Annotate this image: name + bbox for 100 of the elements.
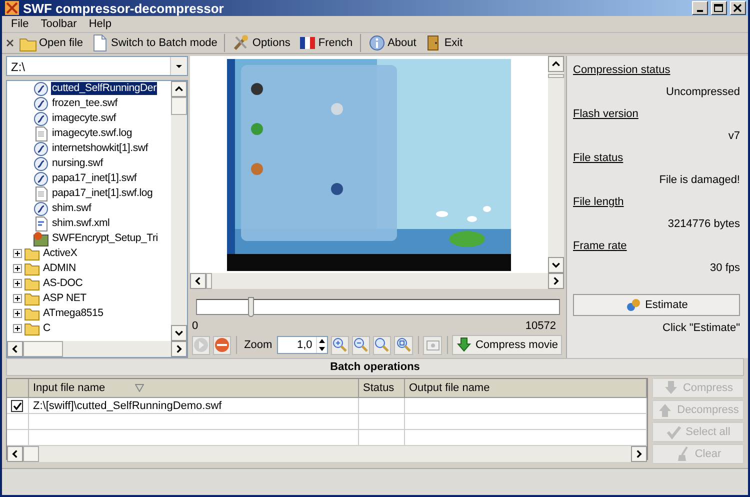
position-slider-thumb[interactable] xyxy=(248,297,254,318)
toolbar-button[interactable]: Open file xyxy=(16,34,86,52)
minimize-button[interactable] xyxy=(692,1,708,15)
spin-down-icon[interactable] xyxy=(319,347,326,352)
menu-item[interactable]: Help xyxy=(84,16,116,32)
tree-node[interactable]: frozen_tee.swf xyxy=(51,97,118,110)
tree-node[interactable]: papa17_inet[1].swf.log xyxy=(51,187,154,200)
chevron-down-icon xyxy=(551,260,561,270)
scroll-left-button[interactable] xyxy=(7,446,23,462)
table-cell: Z:\[swiff]\cutted_SelfRunningDemo.swf xyxy=(29,398,359,414)
flash-file-icon xyxy=(33,200,49,216)
expand-icon[interactable] xyxy=(13,264,22,273)
tree-node[interactable]: ActiveX xyxy=(42,247,78,260)
tree-node[interactable]: internetshowkit[1].swf xyxy=(51,142,149,155)
zoom-actual-icon xyxy=(396,337,412,354)
folder-icon xyxy=(24,246,40,262)
estimate-button[interactable]: Estimate xyxy=(573,294,740,316)
folder-icon xyxy=(24,290,40,306)
down-arrow-icon xyxy=(456,337,472,354)
toolbar-button[interactable]: About xyxy=(364,33,420,53)
scroll-thumb[interactable] xyxy=(548,74,564,78)
close-button[interactable] xyxy=(730,1,746,15)
expand-icon[interactable] xyxy=(13,294,22,303)
zoom-out-button[interactable] xyxy=(352,336,370,355)
vertical-scrollbar[interactable] xyxy=(548,56,564,274)
folder-icon xyxy=(24,320,40,336)
scroll-thumb[interactable] xyxy=(23,446,39,462)
tree-node[interactable]: imagecyte.swf.log xyxy=(51,127,134,140)
horizontal-scrollbar[interactable] xyxy=(190,273,564,290)
maximize-button[interactable] xyxy=(711,1,727,15)
scroll-left-button[interactable] xyxy=(190,273,206,290)
toolbar-button[interactable]: French xyxy=(295,33,356,53)
field-value: v7 xyxy=(727,130,740,144)
field-value: 30 fps xyxy=(709,262,740,276)
table-cell xyxy=(359,414,405,430)
expand-icon[interactable] xyxy=(13,324,22,333)
horizontal-scrollbar[interactable] xyxy=(7,446,647,462)
horizontal-scrollbar[interactable] xyxy=(7,341,187,357)
column-header[interactable]: Output file name xyxy=(405,379,647,398)
check-icon xyxy=(12,402,22,410)
toolbar-button[interactable]: Switch to Batch mode xyxy=(88,33,220,53)
scroll-right-button[interactable] xyxy=(548,273,564,290)
zoom-in-button[interactable] xyxy=(331,336,350,355)
check-icon xyxy=(666,424,682,440)
expand-icon[interactable] xyxy=(13,309,22,318)
tree-node[interactable]: nursing.swf xyxy=(51,157,104,170)
compress-movie-button[interactable]: Compress movie xyxy=(452,335,562,356)
tree-node[interactable]: ADMIN xyxy=(42,262,77,275)
zoom-field[interactable]: 1,0 xyxy=(277,336,328,354)
scroll-thumb[interactable] xyxy=(171,97,187,115)
window-title: SWF compressor-decompressor xyxy=(23,0,225,16)
expand-icon[interactable] xyxy=(13,279,22,288)
estimate-hint: Click "Estimate" xyxy=(662,322,740,334)
expand-icon[interactable] xyxy=(13,249,22,258)
tree-node[interactable]: cutted_SelfRunningDer xyxy=(51,82,158,95)
field-label: File length xyxy=(573,196,625,210)
toolbar-button[interactable]: Exit xyxy=(421,33,466,53)
tree-node[interactable]: shim.swf.xml xyxy=(51,217,111,230)
tree-node[interactable]: C xyxy=(42,322,52,335)
field-value: 3214776 bytes xyxy=(666,218,740,232)
zoom-fit-icon xyxy=(374,337,390,354)
tree-node[interactable]: papa17_inet[1].swf xyxy=(51,172,138,185)
scroll-up-button[interactable] xyxy=(548,56,564,72)
zoom-actual-button[interactable] xyxy=(394,336,413,355)
tree-node[interactable]: AS-DOC xyxy=(42,277,84,290)
column-header[interactable]: Input file name xyxy=(29,379,359,398)
stop-button[interactable] xyxy=(213,336,232,355)
down-arrow-icon xyxy=(662,380,679,396)
row-checkbox[interactable] xyxy=(11,400,23,412)
zoom-fit-button[interactable] xyxy=(373,336,392,355)
drive-dropdown[interactable]: Z:\ xyxy=(6,56,188,76)
tree-node[interactable]: ATmega8515 xyxy=(42,307,104,320)
scroll-up-button[interactable] xyxy=(171,81,187,97)
menu-item[interactable]: Toolbar xyxy=(36,16,82,32)
scroll-right-button[interactable] xyxy=(631,446,647,462)
scroll-thumb[interactable] xyxy=(23,341,63,357)
menu-item[interactable]: File xyxy=(6,16,34,32)
column-header[interactable]: Status xyxy=(359,379,405,398)
chevron-down-icon xyxy=(174,328,184,338)
chevron-left-icon xyxy=(10,449,20,459)
tree-node[interactable]: SWFEncrypt_Setup_Tri xyxy=(51,232,159,245)
tree-node[interactable]: ASP NET xyxy=(42,292,88,305)
field-value: Uncompressed xyxy=(665,86,740,100)
scroll-down-button[interactable] xyxy=(171,325,187,341)
scroll-right-button[interactable] xyxy=(171,341,187,357)
tree-node[interactable]: imagecyte.swf xyxy=(51,112,117,125)
spin-up-icon[interactable] xyxy=(319,339,326,344)
chevron-right-icon xyxy=(174,344,184,354)
scroll-down-button[interactable] xyxy=(548,257,564,274)
scroll-left-button[interactable] xyxy=(7,341,23,357)
zoom-in-icon xyxy=(332,337,348,354)
flash-file-icon xyxy=(33,110,49,126)
vertical-scrollbar[interactable] xyxy=(171,81,187,341)
field-value: File is damaged! xyxy=(658,174,740,188)
position-slider[interactable] xyxy=(196,299,560,316)
scroll-thumb[interactable] xyxy=(206,273,212,290)
tree-node[interactable]: shim.swf xyxy=(51,202,92,215)
toolbar-button[interactable]: Options xyxy=(229,33,294,53)
chevron-left-icon xyxy=(193,276,203,286)
close-icon[interactable] xyxy=(6,39,14,47)
